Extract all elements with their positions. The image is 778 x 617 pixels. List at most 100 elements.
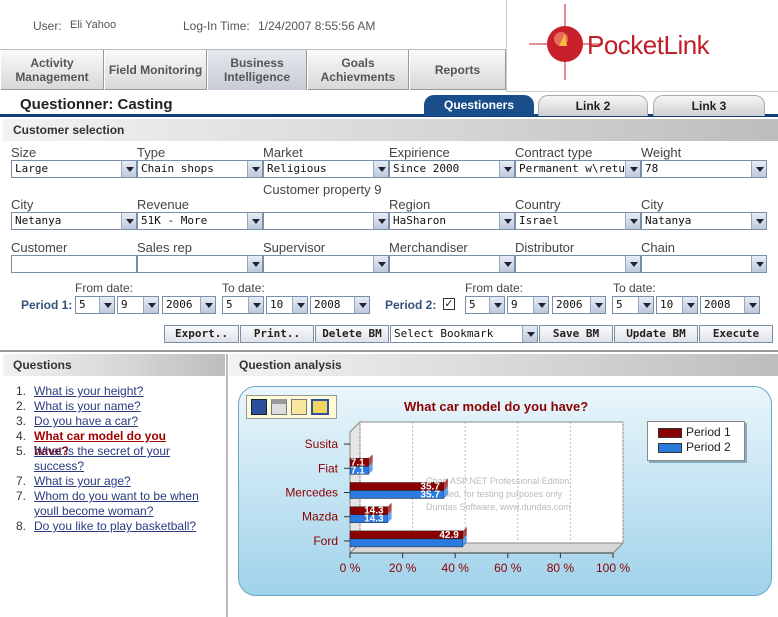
category-label: Ford [313,534,338,548]
supervisor-select[interactable] [263,255,389,273]
login-label: Log-In Time: [183,19,250,33]
p1-to-label: To date: [222,281,265,295]
question-link[interactable]: What is the secret of your success? [34,444,204,474]
chart-legend: Period 1 Period 2 [647,421,745,461]
market-label: Market [263,145,303,160]
city-value: Netanya [15,214,62,227]
p1-from-year[interactable]: 2006 [162,296,216,314]
question-item: 2. What is your name? [16,399,206,414]
question-link[interactable]: Whom do you want to be when youll become… [34,489,204,519]
tab-link-2[interactable]: Link 2 [538,95,648,116]
p2-to-year[interactable]: 2008 [700,296,760,314]
city2-value: Natanya [645,214,692,227]
nav-business-intelligence[interactable]: Business Intelligence [207,50,307,90]
p1-from-month-value: 9 [121,298,128,311]
customer-property-select[interactable] [263,212,389,230]
market-value: Religious [267,162,327,175]
question-link[interactable]: What is your name? [34,399,204,414]
p2-from-month[interactable]: 9 [507,296,549,314]
period-2-checkbox[interactable]: ✓ [443,298,455,310]
p1-to-month[interactable]: 10 [266,296,308,314]
chain-select[interactable] [641,255,767,273]
city2-label: City [641,197,664,212]
p1-to-day[interactable]: 5 [222,296,264,314]
contract-type-select[interactable]: Permanent w\retu [515,160,641,178]
nav-reports[interactable]: Reports [409,50,506,90]
p2-to-month[interactable]: 10 [656,296,698,314]
p2-from-year[interactable]: 2006 [552,296,606,314]
customer-input[interactable] [11,255,137,273]
p1-to-year[interactable]: 2008 [310,296,370,314]
question-link[interactable]: What is your height? [34,384,204,399]
question-number: 7. [16,474,27,488]
question-item: 3. Do you have a car? [16,414,206,429]
p1-from-label: From date: [75,281,134,295]
distributor-select[interactable] [515,255,641,273]
p2-from-day[interactable]: 5 [465,296,505,314]
type-label: Type [137,145,166,160]
legend-period-2: Period 2 [686,440,731,454]
p1-from-day[interactable]: 5 [75,296,115,314]
delete-bm-button[interactable]: Delete BM [315,325,389,343]
category-label: Fiat [318,461,339,475]
export-button[interactable]: Export.. [164,325,239,343]
size-value: Large [15,162,49,175]
question-number: 8. [16,519,27,533]
size-label: Size [11,145,37,160]
page-title: Questionner: Casting [20,96,173,113]
merchandiser-label: Merchandiser [389,240,468,255]
customer-property-label: Customer property 9 [263,182,382,197]
p1-from-day-value: 5 [79,298,86,311]
customer-label: Customer [11,240,68,255]
country-select[interactable]: Israel [515,212,641,230]
weight-select[interactable]: 78 [641,160,767,178]
period-2-label: Period 2: [385,298,437,312]
region-value: HaSharon [393,214,446,227]
p2-from-year-value: 2006 [556,298,583,311]
tab-questioners[interactable]: Questioners [424,95,534,116]
nav-field-monitoring[interactable]: Field Monitoring [104,50,207,90]
watermark-text: Dundas Software, www.dundas.com [426,502,571,512]
region-select[interactable]: HaSharon [389,212,515,230]
nav-goals-achievments[interactable]: Goals Achievments [307,50,409,90]
city2-select[interactable]: Natanya [641,212,767,230]
execute-button[interactable]: Execute [699,325,773,343]
p2-to-day-value: 5 [616,298,623,311]
question-item: 8. Do you like to play basketball? [16,519,206,534]
legend-swatch-period-2 [658,443,682,453]
question-number: 7. [16,489,27,503]
p2-from-month-value: 9 [511,298,518,311]
chain-label: Chain [641,240,675,255]
nav-activity-management[interactable]: Activity Management [0,50,104,90]
city-select[interactable]: Netanya [11,212,137,230]
bookmark-select[interactable]: Select Bookmark [390,325,538,343]
print-button[interactable]: Print.. [240,325,314,343]
tab-link-3[interactable]: Link 3 [653,95,765,116]
p2-to-day[interactable]: 5 [612,296,654,314]
question-item: 1. What is your height? [16,384,206,399]
category-label: Mercedes [285,486,338,500]
column-divider [226,354,228,617]
merchandiser-select[interactable] [389,255,515,273]
p1-from-month[interactable]: 9 [117,296,159,314]
sales-rep-select[interactable] [137,255,263,273]
pocketlink-logo: PocketLink [506,0,778,92]
size-select[interactable]: Large [11,160,137,178]
update-bm-button[interactable]: Update BM [614,325,698,343]
save-bm-button[interactable]: Save BM [539,325,613,343]
question-number: 4. [16,429,27,443]
x-tick-label: 0 % [340,561,361,575]
expirience-select[interactable]: Since 2000 [389,160,515,178]
expirience-value: Since 2000 [393,162,460,175]
question-link[interactable]: What is your age? [34,474,204,489]
type-select[interactable]: Chain shops [137,160,263,178]
x-tick-label: 80 % [547,561,575,575]
question-link[interactable]: Do you like to play basketball? [34,519,204,534]
p1-from-year-value: 2006 [166,298,193,311]
market-select[interactable]: Religious [263,160,389,178]
revenue-select[interactable]: 51K - More [137,212,263,230]
user-name: Eli Yahoo [70,19,117,31]
question-link[interactable]: Do you have a car? [34,414,204,429]
p1-to-year-value: 2008 [314,298,341,311]
p2-from-label: From date: [465,281,524,295]
